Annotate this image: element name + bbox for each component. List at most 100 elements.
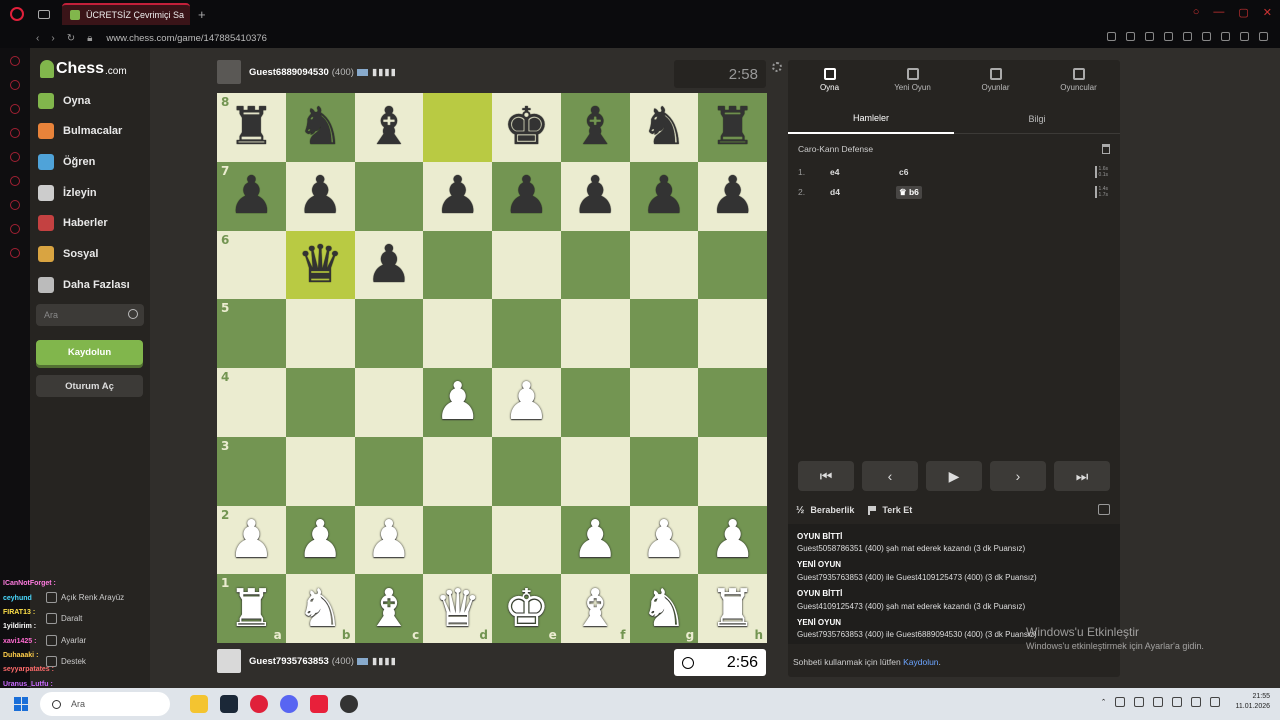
square-g3[interactable] <box>629 436 699 506</box>
square-a2[interactable]: ♟ 2 <box>217 505 286 575</box>
tab-moves[interactable]: Hamleler <box>788 104 954 134</box>
square-e2[interactable] <box>492 505 561 575</box>
nav-social[interactable]: Sosyal <box>38 243 98 265</box>
square-f2[interactable]: ♟ <box>560 505 630 575</box>
square-a5[interactable]: 5 <box>217 299 286 368</box>
square-e6[interactable] <box>492 230 561 300</box>
black-rook-icon[interactable]: ♜ <box>228 101 275 153</box>
opera-sidebar-icon[interactable] <box>10 200 20 210</box>
white-bishop-icon[interactable]: ♝ <box>366 583 413 635</box>
context-menu-item[interactable]: Destek <box>46 653 146 669</box>
black-pawn-icon[interactable]: ♟ <box>434 170 481 222</box>
next-move-button[interactable]: › <box>990 461 1046 491</box>
opera-sidebar-icon[interactable] <box>10 152 20 162</box>
maximize-icon[interactable]: ▢ <box>1238 6 1248 19</box>
minimize-icon[interactable]: — <box>1213 6 1224 19</box>
square-h1[interactable]: ♜ h <box>698 574 767 643</box>
extension-icon[interactable] <box>1107 32 1116 41</box>
opera-sidebar-icon[interactable] <box>10 224 20 234</box>
white-pawn-icon[interactable]: ♟ <box>709 514 756 566</box>
steam-icon[interactable] <box>220 695 238 713</box>
white-pawn-icon[interactable]: ♟ <box>297 514 344 566</box>
square-f6[interactable] <box>560 230 630 300</box>
black-knight-icon[interactable]: ♞ <box>641 101 688 153</box>
square-c4[interactable] <box>354 368 424 437</box>
play-icon[interactable] <box>1164 32 1173 41</box>
login-button[interactable]: Oturum Aç <box>36 375 143 397</box>
square-c3[interactable] <box>354 436 424 506</box>
opening-name[interactable]: Caro-Kann Defense <box>798 144 873 154</box>
white-pawn-icon[interactable]: ♟ <box>572 514 619 566</box>
opera-sidebar-icon[interactable] <box>10 176 20 186</box>
opera-sidebar-icon[interactable] <box>10 128 20 138</box>
opera-sidebar-icon[interactable] <box>10 56 20 66</box>
chevron-up-icon[interactable]: ⌃ <box>1101 698 1107 706</box>
tab-list-icon[interactable] <box>38 9 50 19</box>
tab-players[interactable]: Oyuncular <box>1037 60 1120 100</box>
wallet-icon[interactable] <box>1202 32 1211 41</box>
context-menu-item[interactable]: Açık Renk Arayüz <box>46 589 146 605</box>
signup-button[interactable]: Kaydolun <box>36 340 143 365</box>
square-a7[interactable]: ♟ 7 <box>217 161 286 231</box>
search-input[interactable]: Ara <box>36 304 144 326</box>
context-menu-item[interactable]: Ayarlar <box>46 632 146 648</box>
black-pawn-icon[interactable]: ♟ <box>228 170 275 222</box>
browser-tab[interactable]: ÜCRETSİZ Çevrimiçi Sa <box>62 3 190 25</box>
white-pawn-icon[interactable]: ♟ <box>641 514 688 566</box>
black-pawn-icon[interactable]: ♟ <box>297 170 344 222</box>
square-f5[interactable] <box>560 299 630 368</box>
reload-icon[interactable]: ↻ <box>67 33 75 44</box>
white-pawn-icon[interactable]: ♟ <box>503 376 550 428</box>
square-c1[interactable]: ♝ c <box>354 574 424 643</box>
square-e4[interactable]: ♟ <box>492 368 561 437</box>
white-knight-icon[interactable]: ♞ <box>297 583 344 635</box>
square-c7[interactable] <box>354 161 424 231</box>
square-g8[interactable]: ♞ <box>629 93 699 162</box>
square-e1[interactable]: ♚ e <box>492 574 561 643</box>
app-icon[interactable] <box>310 695 328 713</box>
white-bishop-icon[interactable]: ♝ <box>572 583 619 635</box>
close-window-icon[interactable]: ✕ <box>1263 6 1272 19</box>
file-explorer-icon[interactable] <box>190 695 208 713</box>
square-h5[interactable] <box>698 299 767 368</box>
player-name[interactable]: Guest6889094530 <box>249 67 329 78</box>
square-e3[interactable] <box>492 436 561 506</box>
white-knight-icon[interactable]: ♞ <box>641 583 688 635</box>
square-h2[interactable]: ♟ <box>698 505 767 575</box>
obs-icon[interactable] <box>340 695 358 713</box>
square-a3[interactable]: 3 <box>217 436 286 506</box>
move-white[interactable]: e4 <box>830 167 839 177</box>
opera-sidebar-icon[interactable] <box>10 80 20 90</box>
square-g7[interactable]: ♟ <box>629 161 699 231</box>
black-king-icon[interactable]: ♚ <box>503 101 550 153</box>
square-e8[interactable]: ♚ <box>492 93 561 162</box>
square-a6[interactable]: 6 <box>217 230 286 300</box>
square-g1[interactable]: ♞ g <box>629 574 699 643</box>
discord-icon[interactable] <box>280 695 298 713</box>
move-black-current[interactable]: ♛ b6 <box>896 185 922 199</box>
opera-gx-icon[interactable] <box>250 695 268 713</box>
square-e5[interactable] <box>492 299 561 368</box>
black-pawn-icon[interactable]: ♟ <box>366 239 413 291</box>
last-move-button[interactable]: ⏭ <box>1054 461 1110 491</box>
system-clock[interactable]: 21:55 11.01.2026 <box>1235 692 1270 712</box>
square-h7[interactable]: ♟ <box>698 161 767 231</box>
white-queen-icon[interactable]: ♛ <box>434 583 481 635</box>
avatar[interactable] <box>217 649 241 673</box>
white-rook-icon[interactable]: ♜ <box>228 583 275 635</box>
taskbar-search[interactable]: Ara <box>40 692 170 716</box>
prev-move-button[interactable]: ‹ <box>862 461 918 491</box>
menu-icon[interactable] <box>1259 32 1268 41</box>
square-h4[interactable] <box>698 368 767 437</box>
download-icon[interactable] <box>1221 32 1230 41</box>
black-bishop-icon[interactable]: ♝ <box>572 101 619 153</box>
square-c6[interactable]: ♟ <box>354 230 424 300</box>
nav-more[interactable]: Daha Fazlası <box>38 274 130 296</box>
tray-app-icon[interactable] <box>1115 697 1126 707</box>
book-icon[interactable] <box>1102 144 1110 154</box>
draw-button[interactable]: ½ Beraberlik <box>796 505 854 516</box>
opera-logo-icon[interactable] <box>10 7 24 21</box>
square-b6[interactable]: ♛ <box>285 230 355 300</box>
flip-board-icon[interactable] <box>1098 504 1110 515</box>
tab-play[interactable]: Oyna <box>788 60 871 100</box>
